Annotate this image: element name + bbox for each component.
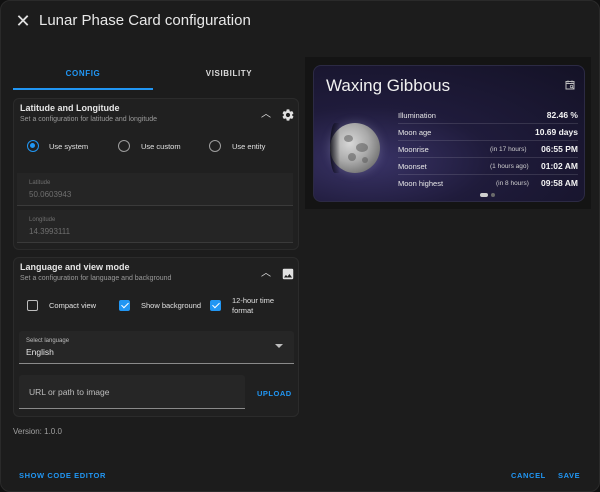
card-preview: Waxing Gibbous Illumination 82.46 % Moon… (305, 57, 591, 209)
latitude-value: 50.0603943 (29, 190, 72, 199)
config-dialog: ✕ Lunar Phase Card configuration CONFIG … (0, 0, 600, 492)
language-select-label: Select language (26, 338, 70, 344)
longitude-label: Longitude (29, 217, 56, 223)
show-code-editor-button[interactable]: SHOW CODE EDITOR (19, 471, 106, 480)
info-value: 09:58 AM (540, 178, 578, 188)
page-dot[interactable] (491, 193, 495, 197)
version-text: Version: 1.0.0 (13, 427, 62, 436)
info-value: 06:55 PM (541, 144, 578, 154)
info-value: 82.46 % (546, 110, 578, 120)
gear-icon[interactable] (281, 108, 295, 122)
tab-config[interactable]: CONFIG (13, 64, 153, 90)
tab-bar: CONFIG VISIBILITY (13, 64, 299, 90)
info-row-moon-highest: Moon highest (in 8 hours) 09:58 AM (398, 175, 578, 192)
info-label: Moon highest (398, 179, 444, 188)
checkbox-12-hour-label-line2: format (232, 306, 254, 315)
dialog-title: Lunar Phase Card configuration (39, 12, 251, 29)
checkbox-12-hour[interactable] (210, 300, 221, 311)
cancel-button[interactable]: CANCEL (511, 471, 546, 480)
language-select-value: English (26, 347, 54, 357)
dropdown-arrow-icon (275, 344, 283, 348)
chevron-up-icon[interactable]: ︿ (260, 109, 272, 121)
latitude-label: Latitude (29, 180, 51, 186)
language-panel-title: Language and view mode (20, 262, 130, 272)
info-note: (1 hours ago) (490, 163, 529, 170)
checkbox-compact-view-label: Compact view (49, 301, 97, 310)
dialog-header: ✕ Lunar Phase Card configuration (1, 1, 599, 45)
close-icon[interactable]: ✕ (13, 11, 33, 31)
info-value: 01:02 AM (540, 161, 578, 171)
radio-use-entity-label: Use entity (232, 142, 266, 151)
image-icon[interactable] (281, 267, 295, 281)
lunar-phase-card: Waxing Gibbous Illumination 82.46 % Moon… (313, 65, 585, 202)
radio-use-entity[interactable] (209, 140, 221, 152)
info-label: Moon age (398, 128, 432, 137)
language-select[interactable]: Select language English (19, 331, 294, 364)
save-button[interactable]: SAVE (558, 471, 580, 480)
image-url-placeholder: URL or path to image (29, 387, 110, 397)
info-row-illumination: Illumination 82.46 % (398, 107, 578, 124)
language-panel-subtitle: Set a configuration for language and bac… (20, 275, 172, 282)
location-panel-title: Latitude and Longitude (20, 103, 120, 113)
moon-phase-title: Waxing Gibbous (326, 76, 451, 95)
upload-button[interactable]: UPLOAD (257, 389, 292, 398)
location-panel-subtitle: Set a configuration for latitude and lon… (20, 116, 157, 123)
longitude-field: Longitude 14.3993111 (17, 210, 293, 243)
radio-use-custom-label: Use custom (141, 142, 181, 151)
radio-use-system-label: Use system (49, 142, 89, 151)
image-url-input[interactable]: URL or path to image (19, 375, 245, 409)
radio-use-system[interactable] (27, 140, 39, 152)
info-note: (in 17 hours) (490, 146, 527, 153)
info-row-moon-age: Moon age 10.69 days (398, 124, 578, 141)
info-label: Moonrise (398, 145, 429, 154)
checkbox-12-hour-label-line1: 12-hour time (232, 296, 275, 305)
info-note: (in 8 hours) (496, 180, 529, 187)
checkbox-compact-view[interactable] (27, 300, 38, 311)
chevron-up-icon[interactable]: ︿ (260, 268, 272, 280)
info-row-moonrise: Moonrise (in 17 hours) 06:55 PM (398, 141, 578, 158)
radio-use-custom[interactable] (118, 140, 130, 152)
moon-image (330, 123, 380, 173)
checkbox-show-background-label: Show background (141, 301, 202, 310)
info-label: Illumination (398, 111, 436, 120)
info-row-moonset: Moonset (1 hours ago) 01:02 AM (398, 158, 578, 175)
longitude-value: 14.3993111 (29, 227, 71, 236)
page-dot-active[interactable] (480, 193, 488, 197)
info-value: 10.69 days (534, 127, 578, 137)
tab-visibility[interactable]: VISIBILITY (159, 64, 299, 90)
latitude-field: Latitude 50.0603943 (17, 173, 293, 206)
checkbox-12-hour-label: 12-hour time format (232, 296, 274, 316)
checkbox-show-background[interactable] (119, 300, 130, 311)
calendar-search-icon[interactable] (564, 79, 576, 91)
info-label: Moonset (398, 162, 427, 171)
